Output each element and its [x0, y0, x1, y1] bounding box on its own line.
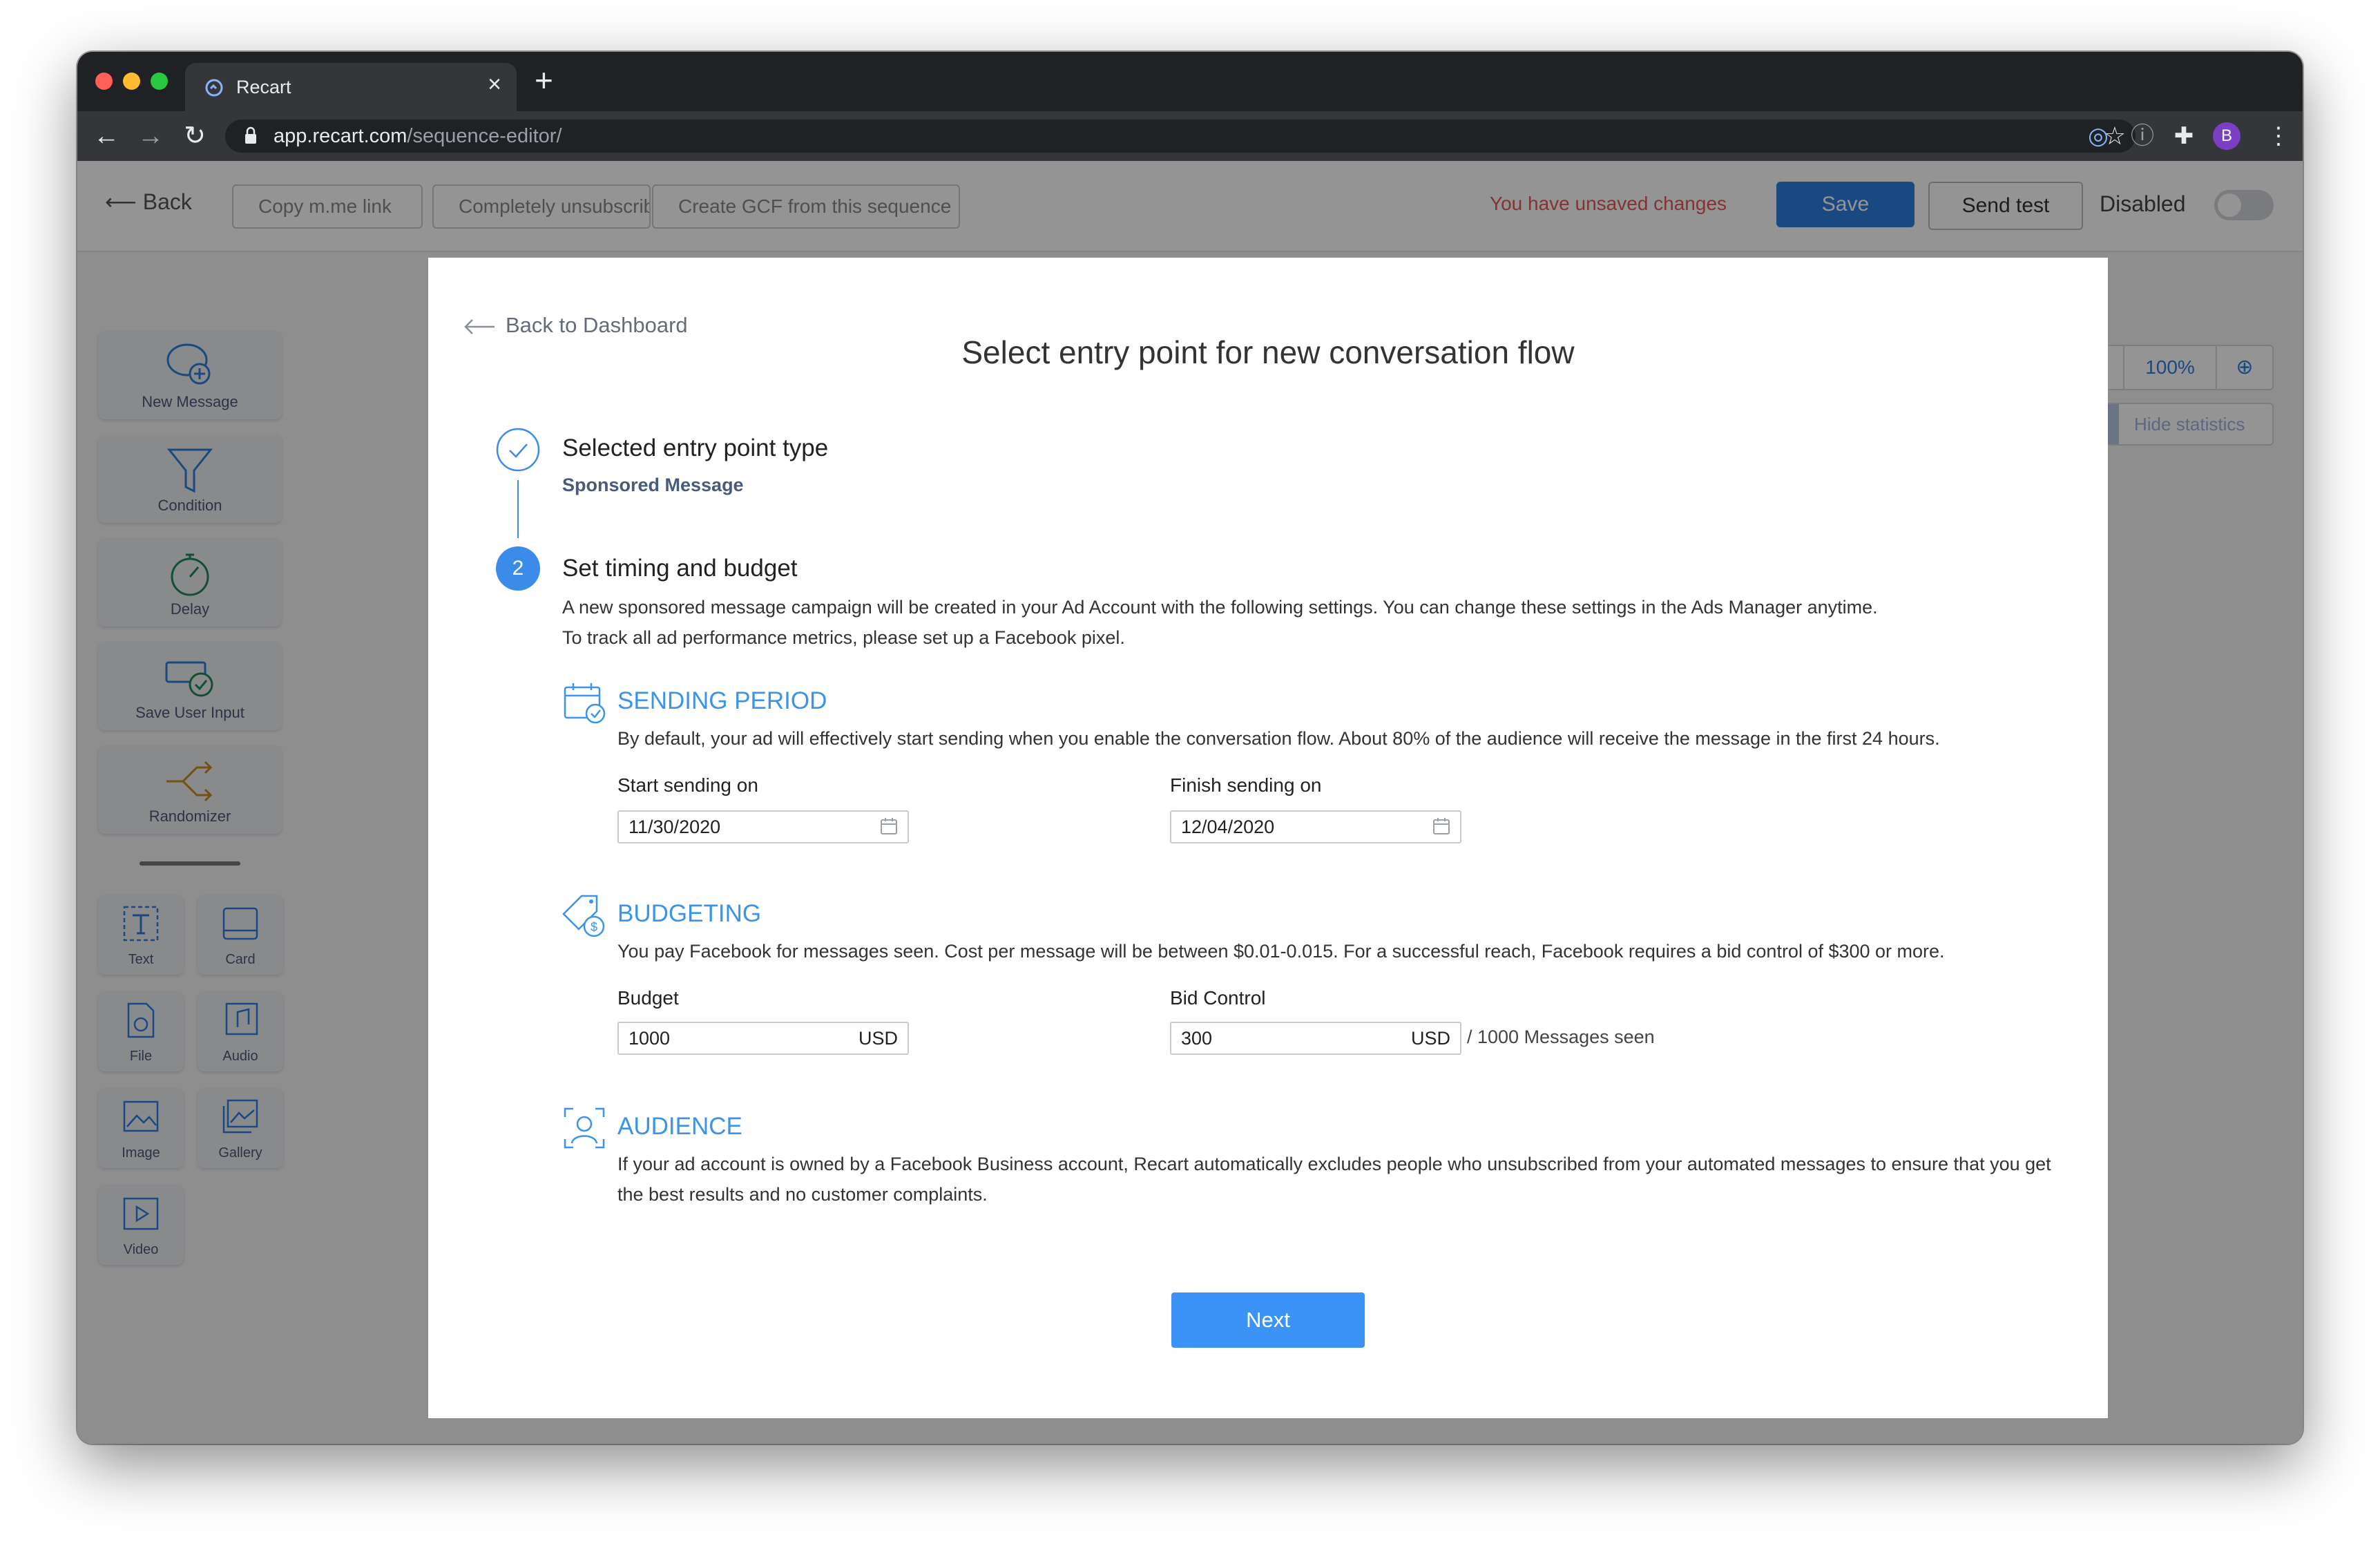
step1-title: Selected entry point type: [562, 435, 829, 461]
step2-description-line2: To track all ad performance metrics, ple…: [562, 627, 1125, 648]
budgeting-title: BUDGETING: [617, 900, 762, 927]
lock-icon: [245, 126, 256, 144]
budget-input[interactable]: 1000 USD: [617, 1022, 909, 1055]
step-connector: [517, 480, 519, 538]
reload-icon[interactable]: ↻: [180, 121, 210, 151]
audience-title: AUDIENCE: [617, 1113, 742, 1140]
budgeting-description: You pay Facebook for messages seen. Cost…: [617, 941, 1945, 962]
tab-strip: Recart × +: [77, 52, 2303, 111]
currency-unit: USD: [858, 1028, 898, 1049]
bid-control-input[interactable]: 300 USD: [1170, 1022, 1461, 1055]
calendar-icon[interactable]: [1432, 817, 1450, 835]
forward-arrow-icon[interactable]: →: [135, 121, 166, 151]
sending-period-description: By default, your ad will effectively sta…: [617, 728, 1940, 749]
minimize-window-button[interactable]: [123, 73, 140, 90]
audience-face-scan-icon: [564, 1107, 605, 1149]
audience-description: If your ad account is owned by a Faceboo…: [617, 1154, 2051, 1205]
new-tab-icon[interactable]: +: [535, 61, 553, 99]
recart-favicon-icon: [205, 79, 223, 97]
browser-window: Recart × + ← → ↻ app.recart.com/sequence…: [77, 52, 2303, 1444]
price-tag-dollar-icon: $: [562, 895, 605, 937]
maximize-window-button[interactable]: [151, 73, 168, 90]
url-text: app.recart.com/sequence-editor/: [273, 125, 562, 147]
back-arrow-icon[interactable]: ←: [91, 121, 122, 151]
browser-menu-icon[interactable]: ⋮: [2267, 122, 2290, 150]
currency-unit: USD: [1410, 1028, 1450, 1049]
recart-extension-icon[interactable]: ◎: [2084, 122, 2112, 150]
tab-title: Recart: [236, 77, 291, 97]
step2-number-badge: 2: [496, 546, 540, 591]
bid-control-label: Bid Control: [1170, 987, 1266, 1009]
profile-avatar[interactable]: B: [2213, 122, 2240, 150]
step2-description-line1: A new sponsored message campaign will be…: [562, 597, 1878, 618]
sending-period-title: SENDING PERIOD: [617, 687, 827, 714]
step1-value: Sponsored Message: [562, 475, 744, 495]
step2-title: Set timing and budget: [562, 555, 798, 582]
modal-title: Select entry point for new conversation …: [961, 334, 1575, 370]
start-date-label: Start sending on: [617, 774, 758, 796]
bid-control-suffix: / 1000 Messages seen: [1467, 1027, 1655, 1047]
puzzle-extensions-icon[interactable]: ✚: [2170, 122, 2198, 150]
entry-point-modal: Back to Dashboard Select entry point for…: [428, 258, 2108, 1418]
back-arrow-icon: [464, 318, 495, 334]
calendar-check-icon: [564, 683, 606, 724]
info-extension-icon[interactable]: ⓘ: [2129, 122, 2156, 150]
next-button[interactable]: Next: [1171, 1292, 1365, 1348]
start-date-input[interactable]: 11/30/2020: [617, 810, 909, 843]
finish-date-label: Finish sending on: [1170, 774, 1322, 796]
budget-label: Budget: [617, 987, 679, 1009]
step-complete-check-icon: [496, 428, 540, 472]
tab-recart[interactable]: Recart ×: [185, 63, 517, 111]
address-bar[interactable]: app.recart.com/sequence-editor/ ☆: [225, 120, 2136, 153]
calendar-icon[interactable]: [880, 817, 898, 835]
svg-text:$: $: [591, 920, 597, 934]
close-window-button[interactable]: [95, 73, 113, 90]
close-tab-icon[interactable]: ×: [488, 71, 501, 98]
browser-toolbar: ← → ↻ app.recart.com/sequence-editor/ ☆ …: [77, 111, 2303, 161]
finish-date-input[interactable]: 12/04/2020: [1170, 810, 1461, 843]
